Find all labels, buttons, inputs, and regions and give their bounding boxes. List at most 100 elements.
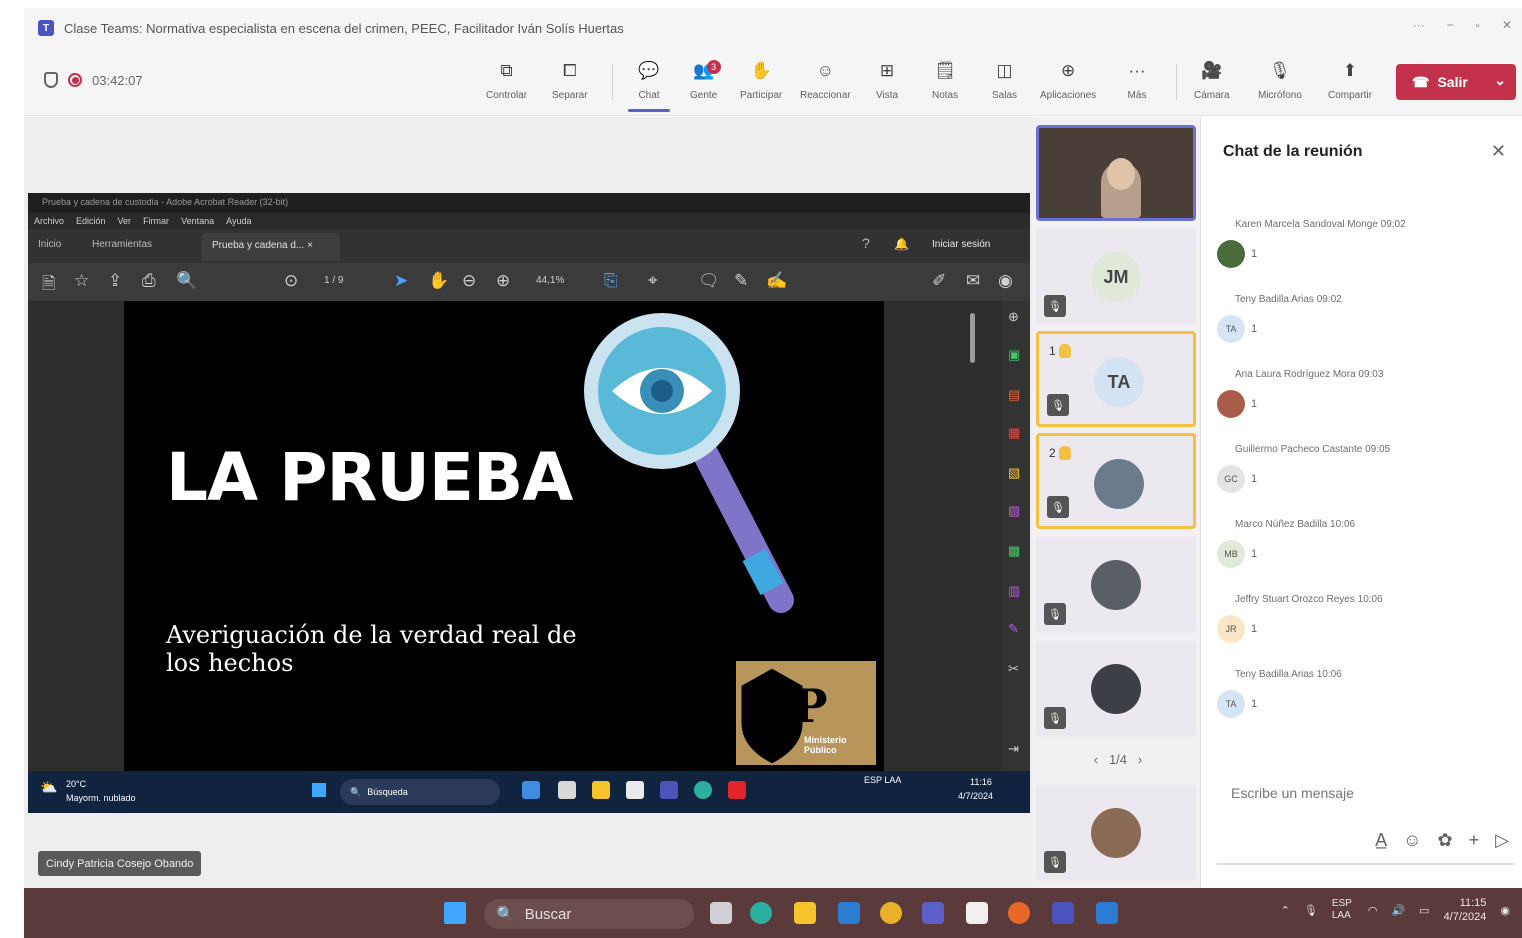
- app-icon-edge[interactable]: [694, 781, 712, 799]
- reaction[interactable]: TA 1: [1217, 315, 1507, 343]
- start-button[interactable]: [444, 902, 466, 924]
- emoji-icon[interactable]: ☺: [1403, 830, 1421, 851]
- wifi-icon[interactable]: ◠: [1368, 904, 1378, 917]
- volume-icon[interactable]: 🔊: [1391, 904, 1405, 917]
- apps-button[interactable]: ⊕ Aplicaciones: [1040, 56, 1096, 112]
- page-up-icon[interactable]: ⊙: [284, 271, 298, 291]
- participant-tile[interactable]: 1 TA 🎙: [1036, 331, 1196, 427]
- edit-pdf-icon[interactable]: ▦: [1008, 425, 1020, 441]
- scrollbar[interactable]: [970, 313, 975, 363]
- chat-button[interactable]: 💬 Chat: [626, 56, 672, 112]
- zoom-out-icon[interactable]: ⊖: [462, 271, 476, 291]
- pen-icon[interactable]: ✎: [734, 271, 748, 291]
- participant-tile[interactable]: 🎙: [1036, 785, 1196, 881]
- page-indicator[interactable]: 1 / 9: [324, 275, 343, 286]
- message-compose-box[interactable]: Escribe un mensaje A̲ ☺ ✿ + ▷: [1217, 773, 1515, 865]
- chevron-down-icon[interactable]: ⌄: [1494, 72, 1506, 89]
- app-icon-outlook[interactable]: [838, 902, 860, 924]
- fill-sign-icon[interactable]: ✎: [1008, 621, 1019, 637]
- app-icon-word[interactable]: [1096, 902, 1118, 924]
- select-cursor-icon[interactable]: ➤: [394, 271, 408, 291]
- app-icon-teams-2[interactable]: [660, 781, 678, 799]
- menu-window[interactable]: Ventana: [181, 216, 214, 226]
- upload-icon[interactable]: ⇪: [108, 271, 122, 291]
- app-icon-acrobat[interactable]: [728, 781, 746, 799]
- star-icon[interactable]: ☆: [74, 271, 89, 291]
- app-icon-teams-active[interactable]: [1052, 902, 1074, 924]
- leave-button[interactable]: ☎ Salir ⌄: [1396, 64, 1516, 100]
- help-icon[interactable]: ?: [862, 235, 870, 251]
- self-video-tile[interactable]: [1036, 125, 1196, 221]
- format-icon[interactable]: A̲: [1375, 830, 1387, 851]
- battery-icon[interactable]: ▭: [1419, 904, 1429, 917]
- rooms-button[interactable]: ◫ Salas: [992, 56, 1017, 112]
- app-icon-task-view[interactable]: [710, 902, 732, 924]
- pop-out-button[interactable]: ⧠ Separar: [552, 56, 588, 112]
- menu-view[interactable]: Ver: [118, 216, 132, 226]
- participant-tile[interactable]: 🎙: [1036, 641, 1196, 737]
- taskbar-search[interactable]: 🔍 Buscar: [484, 899, 694, 929]
- participant-tile[interactable]: 🎙: [1036, 537, 1196, 633]
- tab-home[interactable]: Inicio: [38, 239, 61, 250]
- highlight-icon[interactable]: ⌖: [648, 271, 658, 291]
- reaction[interactable]: GC 1: [1217, 465, 1507, 493]
- inner-search-box[interactable]: 🔍 Búsqueda: [340, 779, 500, 805]
- edit-sign-icon[interactable]: ✐: [932, 271, 946, 291]
- window-more-button[interactable]: ···: [1413, 18, 1425, 32]
- app-icon-notepad[interactable]: [966, 902, 988, 924]
- participant-tile[interactable]: 2 🎙: [1036, 433, 1196, 529]
- reaction[interactable]: 1: [1217, 390, 1507, 418]
- plus-icon[interactable]: +: [1469, 830, 1480, 851]
- protect-icon[interactable]: ▥: [1008, 583, 1020, 599]
- reaction[interactable]: MB 1: [1217, 540, 1507, 568]
- app-icon-chrome[interactable]: [880, 902, 902, 924]
- react-button[interactable]: ☺ Reaccionar: [800, 56, 851, 112]
- organize-icon[interactable]: ▩: [1008, 543, 1020, 559]
- chevron-left-icon[interactable]: ‹: [1094, 752, 1098, 767]
- save-icon[interactable]: 🗎: [42, 271, 56, 300]
- mic-button[interactable]: 🎙 Micrófono: [1258, 56, 1302, 112]
- app-icon-explorer[interactable]: [794, 902, 816, 924]
- user-icon[interactable]: ◉: [998, 271, 1013, 291]
- raise-hand-button[interactable]: ✋ Participar: [740, 56, 782, 112]
- app-icon-teams[interactable]: [522, 781, 540, 799]
- export-pdf-icon[interactable]: ▣: [1008, 347, 1020, 363]
- reaction[interactable]: JR 1: [1217, 615, 1507, 643]
- menu-file[interactable]: Archivo: [34, 216, 64, 226]
- bell-icon[interactable]: 🔔: [894, 237, 909, 251]
- people-button[interactable]: 👥 3 Gente: [690, 56, 721, 112]
- page-layout-icon[interactable]: ⎘: [604, 271, 618, 291]
- zoom-search-icon[interactable]: 🔍: [176, 271, 197, 291]
- send-icon[interactable]: ▷: [1495, 830, 1509, 851]
- tab-document[interactable]: Prueba y cadena d... ×: [202, 233, 340, 261]
- menu-sign[interactable]: Firmar: [143, 216, 169, 226]
- start-icon[interactable]: [312, 783, 326, 797]
- camera-button[interactable]: 🎥 Cámara: [1194, 56, 1230, 112]
- chevron-right-icon[interactable]: ›: [1138, 752, 1142, 767]
- app-icon-files[interactable]: [558, 781, 576, 799]
- control-button[interactable]: ⧉ Controlar: [486, 56, 527, 112]
- minimize-button[interactable]: −: [1447, 18, 1454, 32]
- sign-icon[interactable]: ✍: [766, 271, 787, 291]
- share-button[interactable]: ⬆ Compartir: [1328, 56, 1372, 112]
- reaction[interactable]: 1: [1217, 240, 1507, 268]
- create-pdf-icon[interactable]: ▤: [1008, 387, 1020, 403]
- zoom-level[interactable]: 44,1%: [536, 275, 564, 286]
- collapse-icon[interactable]: ⇥: [1008, 741, 1019, 757]
- print-icon[interactable]: ⎙: [142, 271, 156, 291]
- comment-tool-icon[interactable]: ▧: [1008, 465, 1020, 481]
- app-icon-teams[interactable]: [922, 902, 944, 924]
- menu-help[interactable]: Ayuda: [226, 216, 251, 226]
- signin-link[interactable]: Iniciar sesión: [932, 239, 990, 250]
- hand-tool-icon[interactable]: ✋: [428, 271, 449, 291]
- chevron-up-icon[interactable]: ⌃: [1281, 904, 1290, 917]
- view-button[interactable]: ⊞ Vista: [876, 56, 898, 112]
- tray-lang[interactable]: ESP LAA: [1332, 898, 1354, 922]
- zoom-tool-icon[interactable]: ⊕: [1008, 309, 1019, 325]
- reaction[interactable]: TA 1: [1217, 690, 1507, 718]
- close-window-button[interactable]: ✕: [1502, 18, 1512, 32]
- tab-tools[interactable]: Herramientas: [92, 239, 152, 250]
- more-button[interactable]: ··· Más: [1126, 56, 1148, 112]
- app-icon-firefox[interactable]: [1008, 902, 1030, 924]
- message-input[interactable]: Escribe un mensaje: [1231, 785, 1354, 801]
